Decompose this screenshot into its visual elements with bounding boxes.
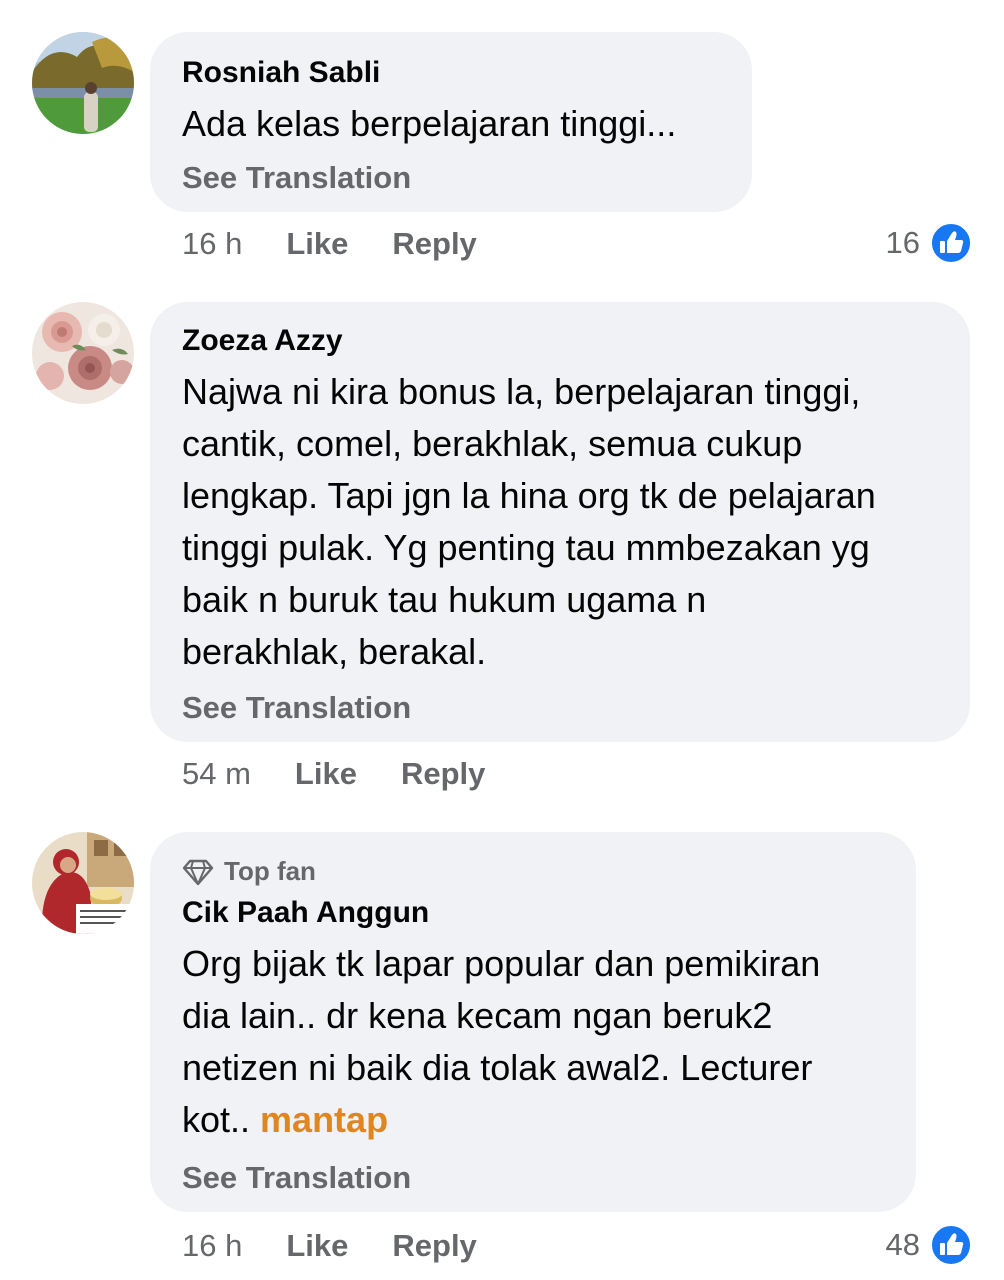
highlighted-word: mantap	[260, 1099, 389, 1140]
thumbs-up-icon	[930, 222, 972, 264]
comment-timestamp[interactable]: 16 h	[182, 1228, 242, 1264]
comment-line: netizen ni baik dia tolak awal2. Lecture…	[182, 1047, 813, 1088]
top-fan-badge: Top fan	[182, 856, 316, 887]
comment-bubble: Top fan Cik Paah Anggun Org bijak tk lap…	[150, 832, 916, 1212]
avatar[interactable]	[32, 302, 134, 404]
comment-line: dia lain.. dr kena kecam ngan beruk2	[182, 995, 773, 1036]
comment-text: Org bijak tk lapar popular dan pemikiran…	[182, 938, 820, 1146]
avatar-photo-roses	[32, 302, 134, 404]
comment-bubble: Rosniah Sabli Ada kelas berpelajaran tin…	[150, 32, 752, 212]
comment-author[interactable]: Rosniah Sabli	[182, 56, 380, 90]
comment-timestamp[interactable]: 54 m	[182, 756, 251, 792]
avatar-photo-park	[32, 32, 134, 134]
thumbs-up-icon	[930, 1224, 972, 1266]
reply-button[interactable]: Reply	[392, 1228, 476, 1264]
comment-line: lengkap. Tapi jgn la hina org tk de pela…	[182, 475, 876, 516]
see-translation-link[interactable]: See Translation	[182, 160, 411, 196]
comment-line-last: kot.. mantap	[182, 1094, 820, 1146]
see-translation-link[interactable]: See Translation	[182, 1160, 411, 1196]
comment-line-prefix: kot..	[182, 1099, 261, 1140]
comment-line: baik n buruk tau hukum ugama n	[182, 579, 707, 620]
reply-button[interactable]: Reply	[401, 756, 485, 792]
like-button[interactable]: Like	[295, 756, 357, 792]
comment-author[interactable]: Cik Paah Anggun	[182, 896, 429, 930]
diamond-icon	[182, 859, 214, 885]
comment-actions: 16 h Like Reply	[182, 226, 477, 262]
comment-text: Najwa ni kira bonus la, berpelajaran tin…	[182, 366, 876, 678]
like-button[interactable]: Like	[286, 226, 348, 262]
comment-author[interactable]: Zoeza Azzy	[182, 324, 343, 358]
comment-line: Najwa ni kira bonus la, berpelajaran tin…	[182, 371, 861, 412]
reply-button[interactable]: Reply	[392, 226, 476, 262]
comment-actions: 16 h Like Reply	[182, 1228, 477, 1264]
top-fan-label: Top fan	[224, 856, 316, 886]
comment-line: tinggi pulak. Yg penting tau mmbezakan y…	[182, 527, 870, 568]
reaction-summary[interactable]: 48	[886, 1224, 972, 1266]
comment-line: cantik, comel, berakhlak, semua cukup	[182, 423, 803, 464]
comment-line: berakhlak, berakal.	[182, 631, 487, 672]
comment-line: Ada kelas berpelajaran tinggi...	[182, 103, 677, 144]
avatar[interactable]	[32, 32, 134, 134]
reaction-count: 16	[885, 225, 920, 260]
reaction-count: 48	[885, 1227, 920, 1262]
comment-actions: 54 m Like Reply	[182, 756, 485, 792]
avatar-photo-baking	[32, 832, 134, 934]
comment-timestamp[interactable]: 16 h	[182, 226, 242, 262]
comment-line: Org bijak tk lapar popular dan pemikiran	[182, 943, 821, 984]
avatar[interactable]	[32, 832, 134, 934]
like-button[interactable]: Like	[286, 1228, 348, 1264]
see-translation-link[interactable]: See Translation	[182, 690, 411, 726]
reaction-summary[interactable]: 16	[886, 222, 972, 264]
comment-bubble: Zoeza Azzy Najwa ni kira bonus la, berpe…	[150, 302, 970, 742]
comment-text: Ada kelas berpelajaran tinggi...	[182, 98, 676, 150]
